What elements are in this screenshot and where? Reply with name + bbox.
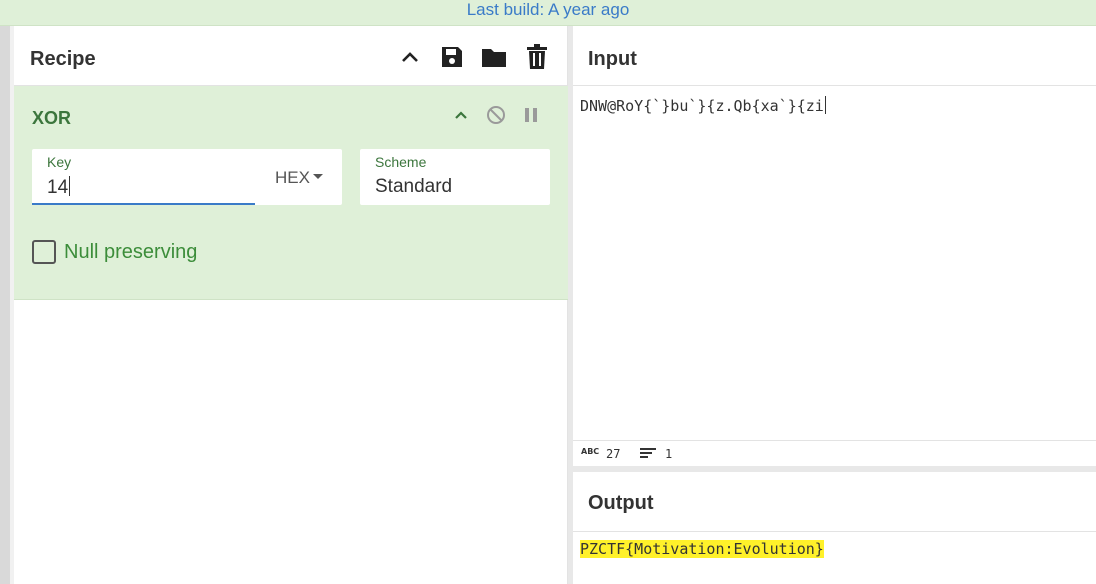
operation-title: XOR: [32, 108, 72, 128]
key-format-dropdown[interactable]: HEX: [275, 168, 323, 188]
input-textarea[interactable]: DNW@RoY{`}bu`}{z.Qb{xa`}{zi: [580, 96, 826, 115]
null-preserving-label[interactable]: Null preserving: [64, 241, 197, 264]
input-title: Input: [588, 48, 637, 70]
output-text: PZCTF{Motivation:Evolution}: [580, 540, 824, 558]
scheme-field[interactable]: Scheme Standard: [360, 149, 550, 205]
pause-icon[interactable]: [520, 104, 542, 126]
recipe-title: Recipe: [30, 48, 96, 70]
folder-icon[interactable]: [481, 44, 507, 70]
save-icon[interactable]: [439, 44, 465, 70]
key-format-label: HEX: [275, 168, 310, 187]
scheme-value: Standard: [375, 176, 453, 197]
text-caret: [69, 176, 71, 196]
collapse-chevron-icon[interactable]: [450, 104, 472, 126]
null-preserving-checkbox[interactable]: [32, 240, 56, 264]
key-focus-underline: [32, 203, 255, 205]
char-count-icon: ABC: [581, 447, 600, 456]
chevron-up-icon[interactable]: [397, 44, 423, 70]
line-count-icon: [640, 447, 656, 462]
output-header: Output: [573, 472, 1096, 532]
char-count: 27: [606, 447, 621, 461]
input-pane: Input DNW@RoY{`}bu`}{z.Qb{xa`}{zi: [573, 26, 1096, 440]
key-field[interactable]: Key 14 HEX: [32, 149, 342, 205]
key-value: 14: [47, 177, 69, 198]
output-title: Output: [588, 492, 654, 514]
input-caret: [824, 96, 826, 114]
scheme-label: Scheme: [375, 154, 427, 170]
output-textarea[interactable]: PZCTF{Motivation:Evolution}: [580, 540, 824, 558]
trash-icon[interactable]: [524, 44, 550, 70]
build-banner: Last build: A year ago: [0, 0, 1096, 26]
key-label: Key: [47, 154, 72, 170]
input-header: Input: [573, 26, 1096, 86]
input-status-bar: ABC 27 1: [573, 440, 1096, 466]
xor-operation: XOR Key 14 HEX Scheme Standard Null pres…: [14, 86, 568, 300]
output-pane: Output PZCTF{Motivation:Evolution}: [573, 472, 1096, 584]
line-count: 1: [665, 447, 673, 461]
caret-down-icon: [312, 174, 323, 179]
key-input[interactable]: 14: [47, 176, 71, 199]
recipe-pane: Recipe XOR Key 14 HEX Scheme Standard Nu…: [14, 26, 568, 584]
operations-pane-edge: [0, 26, 10, 584]
recipe-header: Recipe: [14, 26, 567, 86]
input-text: DNW@RoY{`}bu`}{z.Qb{xa`}{zi: [580, 97, 824, 115]
build-banner-text: Last build: A year ago: [466, 0, 630, 19]
disable-icon[interactable]: [485, 104, 507, 126]
